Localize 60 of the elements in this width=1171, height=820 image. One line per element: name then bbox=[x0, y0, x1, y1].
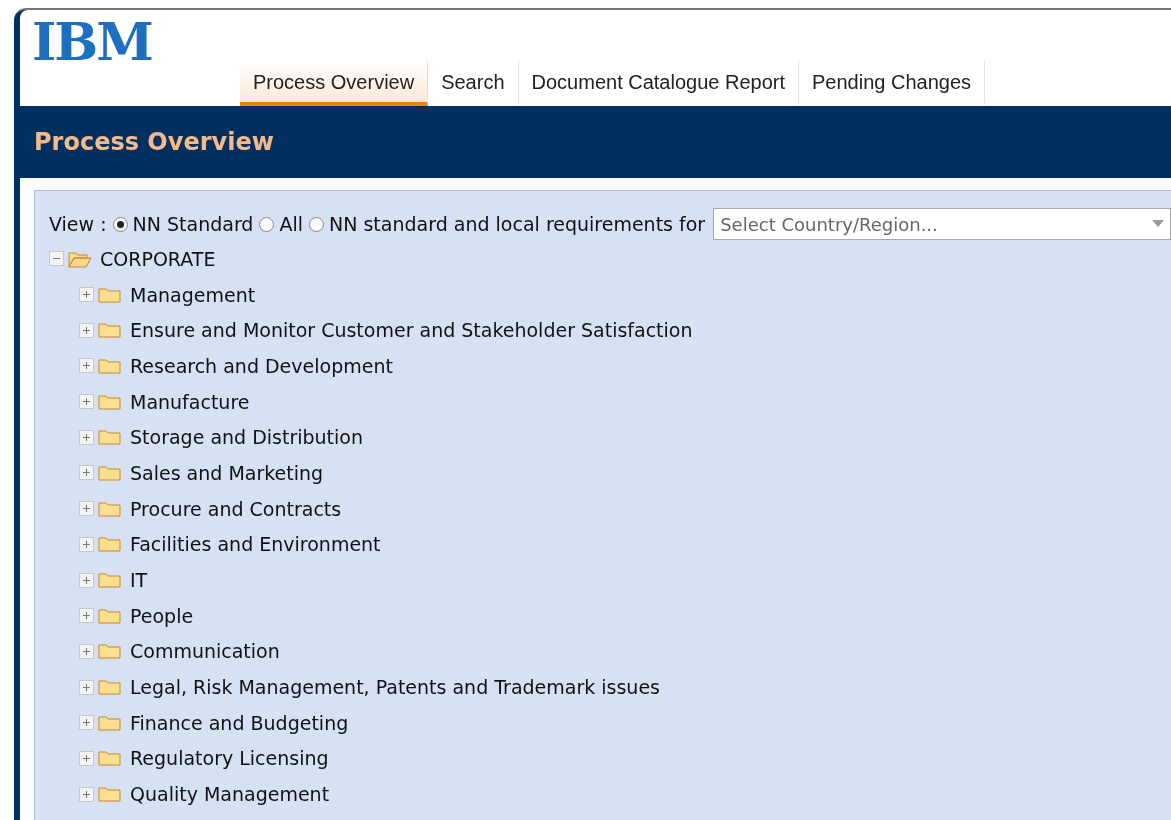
tree-item-label[interactable]: Sales and Marketing bbox=[130, 461, 324, 484]
folder-icon bbox=[98, 428, 122, 447]
expand-icon[interactable] bbox=[79, 786, 94, 802]
collapse-icon[interactable] bbox=[49, 251, 64, 267]
caret-icon bbox=[1152, 220, 1164, 228]
folder-icon bbox=[98, 463, 122, 482]
folder-icon bbox=[98, 606, 122, 625]
folder-icon bbox=[98, 356, 122, 375]
page-title: Process Overview bbox=[33, 127, 275, 158]
folder-icon bbox=[98, 285, 122, 304]
tree-item-label[interactable]: Storage and Distribution bbox=[130, 426, 363, 449]
view-option[interactable]: All bbox=[259, 213, 303, 235]
tree-item-label[interactable]: Manufacture bbox=[130, 390, 250, 413]
expand-icon[interactable] bbox=[79, 322, 94, 338]
folder-icon bbox=[98, 678, 122, 697]
folder-icon bbox=[98, 571, 122, 590]
tree-item-label[interactable]: Finance and Budgeting bbox=[130, 711, 349, 734]
expand-icon[interactable] bbox=[79, 465, 94, 481]
tree-item-label[interactable]: Facilities and Environment bbox=[130, 533, 381, 556]
folder-icon bbox=[98, 785, 122, 804]
expand-icon[interactable] bbox=[79, 608, 94, 624]
tree-item-label[interactable]: CORPORATE bbox=[100, 247, 216, 270]
expand-icon[interactable] bbox=[79, 358, 94, 374]
tree-item-label[interactable]: IT bbox=[130, 569, 148, 592]
nav-tab[interactable]: Process Overview bbox=[240, 61, 429, 106]
folder-icon bbox=[98, 321, 122, 340]
country-select[interactable]: Select Country/Region... bbox=[713, 208, 1171, 240]
radio-button[interactable] bbox=[112, 216, 128, 232]
expand-icon[interactable] bbox=[79, 679, 94, 695]
expand-icon[interactable] bbox=[79, 715, 94, 731]
tree-item-label[interactable]: People bbox=[130, 604, 194, 627]
view-label: View : bbox=[49, 213, 107, 235]
tree-item-label[interactable]: Regulatory Licensing bbox=[130, 747, 329, 770]
expand-icon[interactable] bbox=[79, 572, 94, 588]
radio-button[interactable] bbox=[259, 216, 275, 232]
open-folder-icon bbox=[68, 249, 92, 268]
tree-item-label[interactable]: Management bbox=[130, 283, 256, 306]
expand-icon[interactable] bbox=[79, 750, 94, 766]
folder-icon bbox=[98, 642, 122, 661]
logo: IBM bbox=[32, 14, 152, 70]
expand-icon[interactable] bbox=[79, 394, 94, 410]
tree-item-label[interactable]: Legal, Risk Management, Patents and Trademark issues bbox=[130, 676, 660, 699]
expand-icon[interactable] bbox=[79, 501, 94, 517]
folder-icon bbox=[98, 392, 122, 411]
expand-icon[interactable] bbox=[79, 643, 94, 659]
radio-button[interactable] bbox=[309, 216, 324, 232]
folder-icon bbox=[98, 749, 122, 768]
expand-icon[interactable] bbox=[79, 287, 94, 303]
tree-item-label[interactable]: Research and Development bbox=[130, 354, 393, 377]
tree-item-label[interactable]: Quality Management bbox=[130, 783, 330, 806]
folder-icon bbox=[98, 713, 122, 732]
tree-item-label[interactable]: Ensure and Monitor Customer and Stakeholder Satisfaction bbox=[130, 319, 693, 342]
expand-icon[interactable] bbox=[79, 429, 94, 445]
folder-icon bbox=[98, 499, 122, 518]
tree-item-label[interactable]: Communication bbox=[130, 640, 280, 663]
view-option[interactable]: NN Standard bbox=[112, 213, 254, 235]
view-option[interactable]: NN standard and local requirements for bbox=[309, 213, 706, 235]
tree-item-label[interactable]: Procure and Contracts bbox=[130, 497, 342, 520]
folder-icon bbox=[98, 535, 122, 554]
expand-icon[interactable] bbox=[79, 536, 94, 552]
